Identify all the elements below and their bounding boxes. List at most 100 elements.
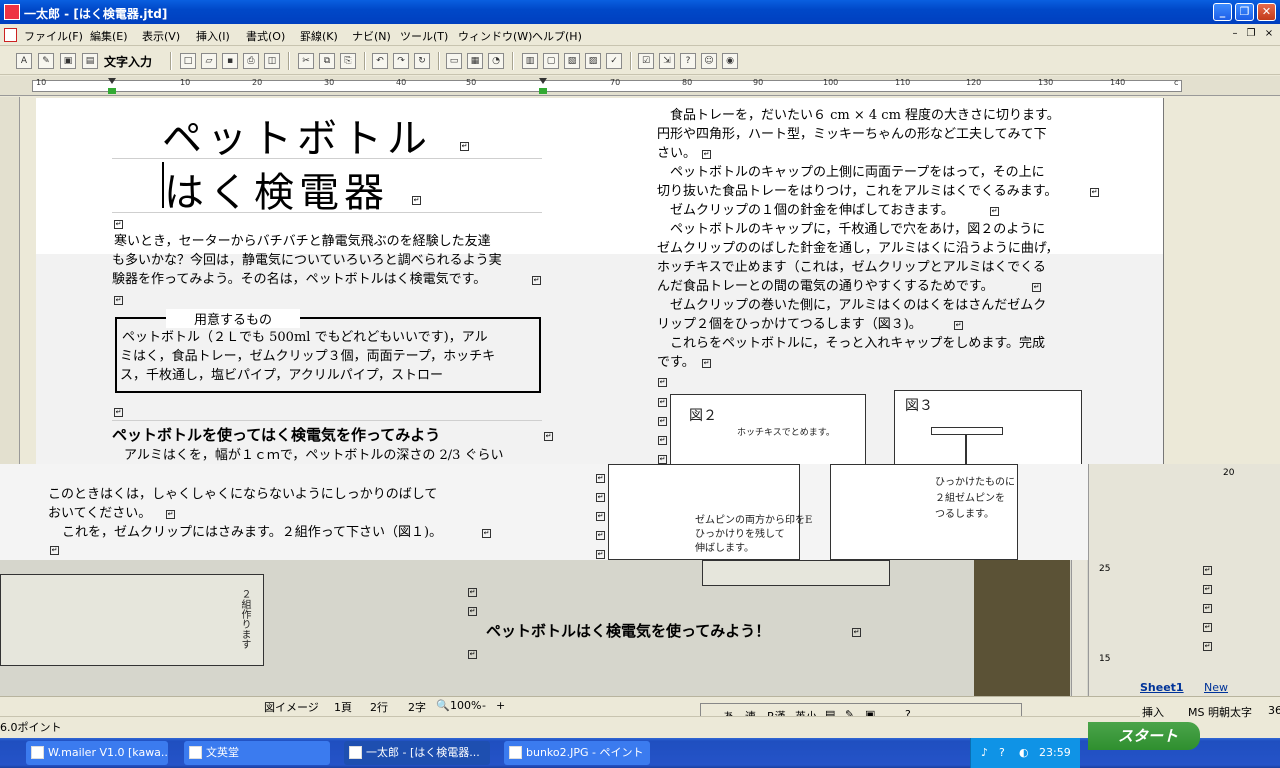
help-icon[interactable]: ?: [680, 53, 696, 69]
status-zoom[interactable]: 100%: [450, 699, 481, 712]
figure-lower-sketch[interactable]: ゼムピンの両方から印をE ひっかけりを残して 伸ばします。: [608, 464, 812, 560]
network-icon[interactable]: ◐: [1019, 746, 1029, 759]
input-mode-label[interactable]: 文字入力: [104, 53, 152, 70]
toolbar-separator: [364, 52, 366, 70]
return-mark-icon: ↵: [990, 207, 999, 216]
web-icon[interactable]: ◉: [722, 53, 738, 69]
menu-view[interactable]: 表示(V): [142, 28, 180, 44]
assistant-icon[interactable]: ☺: [701, 53, 717, 69]
task-ichitaro[interactable]: 一太郎 - [はく検電器...: [344, 741, 490, 765]
status-mode[interactable]: 図イメージ: [264, 699, 319, 715]
start-button[interactable]: スタート: [1088, 722, 1200, 750]
status-bar: 図イメージ 1頁 2行 2字 🔍 100% - +: [0, 696, 1280, 714]
new-file-icon[interactable]: □: [180, 53, 196, 69]
frame-icon[interactable]: ▢: [543, 53, 559, 69]
print-icon[interactable]: ⎙: [243, 53, 259, 69]
zoom-icon: 🔍: [436, 699, 450, 712]
open-file-icon[interactable]: ▱: [201, 53, 217, 69]
section-heading: ペットボトルを使ってはく検電気を作ってみよう: [112, 426, 441, 444]
table-icon[interactable]: ▦: [467, 53, 483, 69]
left-indent-marker[interactable]: [108, 78, 116, 94]
return-mark-icon: ↵: [852, 628, 861, 637]
overlapped-window-area: このときはくは，しゃくしゃくにならないようにしっかりのばして おいてください。 …: [0, 464, 1280, 696]
image-icon[interactable]: ▧: [564, 53, 580, 69]
row-number: 25: [1099, 564, 1111, 574]
menu-tools[interactable]: ツール(T): [400, 28, 448, 44]
spellcheck-icon[interactable]: ✓: [606, 53, 622, 69]
task-paint[interactable]: bunko2.JPG - ペイント: [504, 741, 650, 765]
insert-mode[interactable]: 挿入: [1142, 704, 1164, 720]
ichitaro-app-icon[interactable]: [4, 4, 20, 20]
right-indent-marker[interactable]: [539, 78, 547, 94]
ruler-tick: 120: [966, 78, 982, 87]
menu-format[interactable]: 書式(O): [246, 28, 285, 44]
menu-edit[interactable]: 編集(E): [90, 28, 128, 44]
maximize-button[interactable]: ❐: [1235, 3, 1254, 21]
figure-2-label: 図２: [689, 408, 717, 424]
minimize-button[interactable]: _: [1213, 3, 1232, 21]
print-preview-icon[interactable]: ◫: [264, 53, 280, 69]
marker-icon[interactable]: ▭: [446, 53, 462, 69]
sheet-tab-sheet1[interactable]: Sheet1: [1140, 681, 1184, 694]
close-button[interactable]: ✕: [1257, 3, 1276, 21]
frame-mode-icon[interactable]: ▣: [60, 53, 76, 69]
menu-insert[interactable]: 挿入(I): [196, 28, 230, 44]
toolbar: A ✎ ▣ ▤ 文字入力 □ ▱ ▪ ⎙ ◫ ✂ ⧉ ⎘ ↶ ↷ ↻ ▭ ▦ ◔…: [0, 47, 1280, 75]
sheet-tab-new[interactable]: New: [1204, 681, 1228, 694]
figure-3-sketch[interactable]: 図３: [894, 390, 1082, 465]
point-size[interactable]: 6.0ポイント: [0, 719, 62, 735]
save-icon[interactable]: ▪: [222, 53, 238, 69]
doc-restore-icon[interactable]: ❐: [1244, 27, 1258, 41]
figure-3-lower-sketch[interactable]: ひっかけたものに ２組ゼムピンを つるします。: [830, 464, 1018, 560]
column-icon[interactable]: ▥: [522, 53, 538, 69]
navigate-icon[interactable]: ⇲: [659, 53, 675, 69]
undo-icon[interactable]: ↶: [372, 53, 388, 69]
font-size[interactable]: 36: [1268, 704, 1280, 717]
ruler-tick: 140: [1110, 78, 1126, 87]
font-status: 挿入 MS 明朝太字 36: [1140, 702, 1280, 720]
document-icon[interactable]: [4, 28, 17, 42]
menu-ruled-line[interactable]: 罫線(K): [300, 28, 338, 44]
help-tray-icon[interactable]: ?: [999, 746, 1005, 759]
picture-icon[interactable]: ▨: [585, 53, 601, 69]
chart-icon[interactable]: ◔: [488, 53, 504, 69]
doc-minimize-icon[interactable]: –: [1228, 27, 1242, 41]
figure-2-sketch[interactable]: 図２ ホッチキスでとめます。: [670, 394, 866, 465]
draw-mode-icon[interactable]: ✎: [38, 53, 54, 69]
return-mark-icon: ↵: [954, 321, 963, 330]
menu-help[interactable]: ヘルプ(H): [532, 28, 582, 44]
task-wmailer[interactable]: W.mailer V1.0 [kawa...: [26, 741, 168, 765]
figure-1-sketch[interactable]: ２組作ります: [0, 574, 264, 666]
vertical-scrollbar[interactable]: [1071, 560, 1087, 696]
cut-icon[interactable]: ✂: [298, 53, 314, 69]
ruler-tick: 100: [823, 78, 839, 87]
lower-heading: ペットボトルはく検電気を使ってみよう！: [486, 622, 771, 640]
clock[interactable]: 23:59: [1039, 746, 1071, 759]
zoom-in-button[interactable]: +: [496, 699, 505, 712]
document-page[interactable]: ペットボトル ↵ はく検電器 ↵ ↵ 寒いとき，セーターからバチバチと静電気飛ぶ…: [36, 98, 1164, 465]
zoom-out-button[interactable]: -: [482, 699, 486, 712]
figure-lower-note: 伸ばします。: [695, 543, 754, 554]
horizontal-ruler[interactable]: 10 10 20 30 40 50 70 80 90 100 110 120 1…: [0, 76, 1280, 96]
ruler-tick: 50: [466, 78, 477, 87]
return-mark-icon: ↵: [702, 150, 711, 159]
ruler-tick: 80: [682, 78, 693, 87]
paste-icon[interactable]: ⎘: [340, 53, 356, 69]
vertical-ruler[interactable]: [0, 97, 20, 467]
repeat-icon[interactable]: ↻: [414, 53, 430, 69]
task-bunei[interactable]: 文英堂: [184, 741, 330, 765]
menu-window[interactable]: ウィンドウ(W): [458, 28, 532, 44]
wmailer-icon: [31, 746, 44, 759]
text-mode-icon[interactable]: A: [16, 53, 32, 69]
redo-icon[interactable]: ↷: [393, 53, 409, 69]
font-name[interactable]: MS 明朝太字: [1188, 704, 1252, 720]
doc-close-icon[interactable]: ×: [1262, 27, 1276, 41]
menu-navi[interactable]: ナビ(N): [352, 28, 391, 44]
layout-mode-icon[interactable]: ▤: [82, 53, 98, 69]
toolbar-separator: [438, 52, 440, 70]
menu-file[interactable]: ファイル(F): [24, 28, 83, 44]
copy-icon[interactable]: ⧉: [319, 53, 335, 69]
check-icon[interactable]: ☑: [638, 53, 654, 69]
ruler-track[interactable]: [32, 80, 1182, 92]
speaker-icon[interactable]: ♪: [981, 746, 988, 759]
